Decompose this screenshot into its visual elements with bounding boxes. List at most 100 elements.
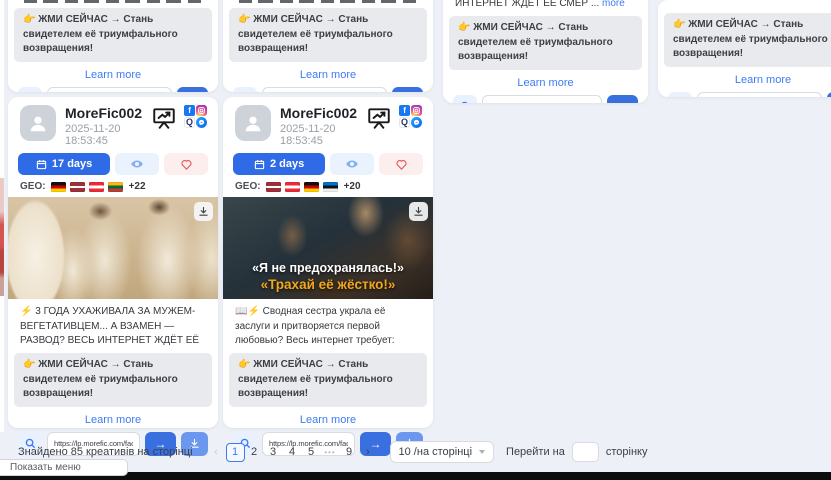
messenger-icon [411,117,422,128]
image-caption-line1: «Я не предохранялась!» [223,261,433,275]
cta-headline: 👉 ЖМИ СЕЙЧАС → Стань свидетелем её триум… [449,16,642,70]
geo-more-count[interactable]: +22 [129,181,146,192]
advertiser-name[interactable]: MoreFic002 [280,105,357,121]
clipped-left-card [0,0,4,432]
geo-label: GEO: [20,181,46,192]
calendar-icon [36,159,47,170]
flag-estonia-icon [323,182,338,192]
cta-headline: 👉 ЖМИ СЕЙЧАС → Стань свидетелем её триум… [14,353,212,407]
ad-description: 📖⚡ Сводная сестра украла её заслуги и пр… [235,305,421,348]
views-button[interactable] [330,153,374,175]
ad-card-top-4: 👉 ЖМИ СЕЙЧАС → Стань свидетелем её триум… [658,0,831,97]
ad-card-top-3: ИНТЕРНЕТ ЖДЁТ ЕЁ СМЕР ... more 👉 ЖМИ СЕЙ… [443,0,648,103]
flag-latvia-icon [70,182,85,192]
arrow-right-icon: → [402,92,414,93]
learn-more-link[interactable]: Learn more [8,414,218,426]
presentation-chart-icon[interactable] [151,105,177,131]
page-button-4[interactable]: 4 [283,443,302,462]
landing-url-input[interactable] [482,95,602,104]
favorite-button[interactable] [164,153,208,175]
search-icon [460,101,471,103]
landing-url-input[interactable] [47,87,172,93]
search-button[interactable] [18,87,42,93]
page-button-1[interactable]: 1 [226,443,245,462]
more-link[interactable]: more [602,0,625,9]
flag-austria-icon [89,182,104,192]
ad-creative-image[interactable] [8,197,218,299]
ad-card-top-2: 👉 ЖМИ СЕЙЧАС → Стань свидетелем её триум… [223,0,433,92]
learn-more-link[interactable]: Learn more [8,69,218,81]
clipped-text-remnant [239,0,417,3]
calendar-icon [254,159,265,170]
facebook-icon: f [184,105,195,116]
prev-page-button[interactable]: ‹ [207,443,226,462]
views-button[interactable] [115,153,159,175]
page-button-5[interactable]: 5 [302,443,321,462]
geo-label: GEO: [235,181,261,192]
clipped-text-remnant [24,0,202,3]
goto-page-label: Перейти на [506,446,565,458]
clipped-left-image [0,178,4,296]
open-url-button[interactable]: → [177,87,208,93]
heart-icon [395,158,408,171]
flag-germany-icon [51,182,66,192]
arrow-right-icon: → [617,100,629,104]
arrow-right-icon: → [187,92,199,93]
avatar [20,105,56,141]
favorite-button[interactable] [379,153,423,175]
learn-more-link[interactable]: Learn more [223,414,433,426]
page-button-3[interactable]: 3 [264,443,283,462]
geo-row: GEO: +22 [20,180,206,193]
geo-row: GEO: +20 [235,180,421,193]
browser-status-bubble: Показать меню [0,459,128,476]
advertiser-name[interactable]: MoreFic002 [65,105,142,121]
open-url-button[interactable]: → [607,95,638,104]
flag-austria-icon [285,182,300,192]
search-button[interactable] [453,95,477,104]
eye-icon [130,157,144,171]
open-url-button[interactable]: → [827,92,831,98]
cta-headline: 👉 ЖМИ СЕЙЧАС → Стань свидетелем её триум… [229,8,427,62]
person-icon [242,112,264,134]
messenger-icon [196,117,207,128]
next-page-button[interactable]: › [359,443,378,462]
cta-headline: 👉 ЖМИ СЕЙЧАС → Стань свидетелем её триум… [229,353,427,407]
ad-timestamp: 2025-11-20 18:53:45 [65,123,142,147]
goto-page-input[interactable] [572,442,599,462]
facebook-icon: f [399,105,410,116]
page-size-select[interactable]: 10 /на сторінці [390,441,495,463]
heart-icon [180,158,193,171]
flag-latvia-icon [266,182,281,192]
ad-creative-image[interactable]: «Я не предохранялась!» «Трахай её жёстко… [223,197,433,299]
page-button-2[interactable]: 2 [245,443,264,462]
page-button-9[interactable]: 9 [340,443,359,462]
days-active-button[interactable]: 17 days [18,153,110,175]
ad-card-1: MoreFic002 2025-11-20 18:53:45 f Q 17 da… [8,97,218,428]
download-image-button[interactable] [194,202,213,221]
learn-more-link[interactable]: Learn more [223,69,433,81]
days-active-button[interactable]: 2 days [233,153,325,175]
days-active-label: 2 days [270,158,304,170]
download-icon [413,206,424,217]
image-caption-line2: «Трахай её жёстко!» [223,277,433,292]
pages-ellipsis[interactable]: ••• [321,443,340,462]
days-active-label: 17 days [52,158,92,170]
geo-more-count[interactable]: +20 [344,181,361,192]
avatar [235,105,271,141]
person-icon [27,112,49,134]
open-url-button[interactable]: → [392,87,423,93]
audience-network-icon: Q [184,117,195,128]
ad-card-2: MoreFic002 2025-11-20 18:53:45 f Q 2 day… [223,97,433,428]
audience-network-icon: Q [399,117,410,128]
download-image-button[interactable] [409,202,428,221]
landing-url-input[interactable] [262,87,387,93]
landing-url-input[interactable] [697,92,822,98]
learn-more-link[interactable]: Learn more [658,74,831,86]
eye-icon [345,157,359,171]
search-button[interactable] [233,87,257,93]
instagram-icon [411,105,422,116]
search-button[interactable] [668,92,692,98]
learn-more-link[interactable]: Learn more [443,77,648,89]
ad-timestamp: 2025-11-20 18:53:45 [280,123,357,147]
presentation-chart-icon[interactable] [366,105,392,131]
